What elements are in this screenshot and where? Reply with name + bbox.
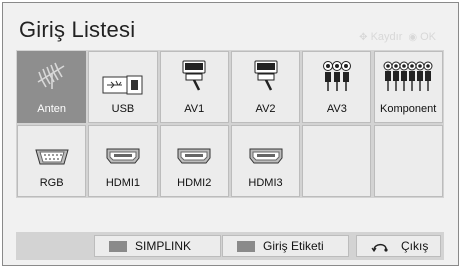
input-tile[interactable]: AV3 xyxy=(302,51,372,123)
input-tile-label: RGB xyxy=(39,177,64,189)
ok-button-icon: ◉ xyxy=(408,31,418,43)
bottom-bar: SIMPLINK Giriş Etiketi Çıkış xyxy=(16,232,444,260)
back-icon xyxy=(371,240,391,252)
nav-hints: ✥ Kaydır ◉ OK xyxy=(359,31,436,43)
input-tile-label: AV3 xyxy=(326,103,347,115)
usb-icon xyxy=(102,74,144,101)
input-tile[interactable]: AV2 xyxy=(230,51,301,123)
input-tile-label: HDMI1 xyxy=(105,177,141,189)
input-tile-label: HDMI2 xyxy=(177,177,212,189)
input-label-label: Giriş Etiketi xyxy=(263,239,324,253)
exit-label: Çıkış xyxy=(401,239,429,253)
scart-icon xyxy=(181,60,207,97)
input-tile-label: HDMI3 xyxy=(248,177,283,189)
input-tile-label: USB xyxy=(111,103,135,115)
input-tile-label: AV1 xyxy=(184,103,205,115)
input-tile[interactable]: Anten xyxy=(17,51,87,123)
input-tile[interactable]: HDMI1 xyxy=(88,125,158,197)
input-tile xyxy=(373,125,443,197)
simplink-button[interactable]: SIMPLINK xyxy=(94,235,221,257)
page-title: Giriş Listesi xyxy=(19,17,136,42)
input-tile[interactable]: USB xyxy=(88,51,158,123)
ok-hint-label: OK xyxy=(420,31,436,43)
hdmi-icon xyxy=(177,148,211,169)
scart-icon xyxy=(253,60,279,97)
antenna-icon xyxy=(34,60,70,95)
color-key-icon xyxy=(237,240,255,252)
input-tile-label: Komponent xyxy=(380,103,437,115)
input-tile[interactable]: HDMI3 xyxy=(230,125,301,197)
input-tile[interactable]: RGB xyxy=(17,125,87,197)
hdmi-icon xyxy=(106,148,140,169)
input-tile-label: Anten xyxy=(37,103,67,115)
move-arrows-icon: ✥ xyxy=(359,31,368,43)
input-grid: Anten USB AV1 AV2 AV3 Komponent RGB HDMI1 HDMI2 H… xyxy=(16,50,444,198)
input-tile[interactable]: Komponent xyxy=(373,51,443,123)
hdmi-icon xyxy=(249,148,283,169)
input-tile[interactable]: HDMI2 xyxy=(159,125,229,197)
simplink-label: SIMPLINK xyxy=(135,239,192,253)
color-key-icon xyxy=(109,240,127,252)
input-tile xyxy=(302,125,372,197)
input-tile[interactable]: AV1 xyxy=(159,51,229,123)
move-hint-label: Kaydır xyxy=(370,31,403,43)
exit-button[interactable]: Çıkış xyxy=(356,235,441,257)
rca-icon xyxy=(322,60,352,97)
input-label-button[interactable]: Giriş Etiketi xyxy=(222,235,349,257)
input-tile-label: AV2 xyxy=(255,103,276,115)
vga-icon xyxy=(34,148,69,171)
component-icon xyxy=(383,60,433,97)
